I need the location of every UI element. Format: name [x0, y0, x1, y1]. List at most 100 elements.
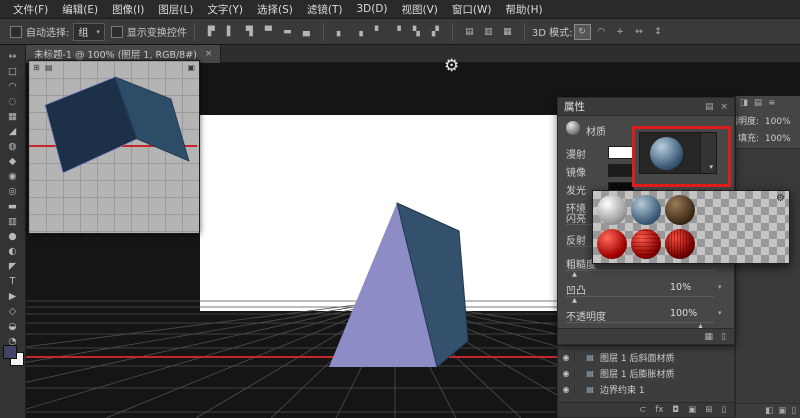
dock-footer-icon-1[interactable]: ◧ [765, 406, 773, 416]
3d-scale-icon[interactable]: ↕ [650, 24, 667, 40]
link-icon[interactable]: ⊂ [639, 405, 646, 415]
material-row[interactable]: ◉ ▤ 图层 1 后膨胀材质 [558, 366, 734, 381]
bump-slider-track[interactable] [566, 296, 714, 297]
panel-menu-icon[interactable]: ▤ [705, 102, 714, 112]
align-right-icon[interactable]: ▜ [241, 24, 258, 40]
menu-select[interactable]: 选择(S) [250, 2, 300, 17]
hand-tool-icon[interactable]: ◒ [3, 319, 23, 334]
secondary-view-menu-icon[interactable]: ▤ [45, 63, 53, 72]
visibility-eye-icon[interactable]: ◉ [558, 385, 575, 394]
dock-footer-icon-3[interactable]: ▯ [791, 406, 796, 416]
bump-texture-icon[interactable]: ▾ [718, 283, 722, 291]
bump-value[interactable]: 10% [670, 282, 691, 293]
properties-delete-icon[interactable]: ▯ [721, 332, 726, 342]
distribute-6-icon[interactable]: ▞ [427, 24, 444, 40]
menu-file[interactable]: 文件(F) [6, 2, 55, 17]
foreground-color-swatch[interactable] [3, 345, 17, 359]
brush-tool-icon[interactable]: ◆ [3, 154, 23, 169]
menu-help[interactable]: 帮助(H) [499, 2, 550, 17]
type-tool-icon[interactable]: T [3, 274, 23, 289]
roughness-slider-track[interactable] [566, 270, 714, 271]
lasso-tool-icon[interactable]: ◠ [3, 79, 23, 94]
material-swatch-brown[interactable] [665, 195, 695, 225]
layer-mask-icon[interactable]: ◘ [672, 405, 679, 415]
opacity-slider-track[interactable] [566, 322, 714, 323]
material-row[interactable]: ◉ ▤ 边界约束 1 [558, 382, 734, 397]
align-left-icon[interactable]: ▛ [203, 24, 220, 40]
menu-filter[interactable]: 滤镜(T) [300, 2, 350, 17]
opacity-value[interactable]: 100% [670, 308, 697, 319]
dodge-tool-icon[interactable]: ◐ [3, 244, 23, 259]
dock-footer-icon-2[interactable]: ▣ [778, 406, 786, 416]
3d-pan-icon[interactable]: + [612, 24, 629, 40]
visibility-eye-icon[interactable]: ◉ [558, 369, 575, 378]
shape-tool-icon[interactable]: ◇ [3, 304, 23, 319]
adjustment-layer-icon[interactable]: ▣ [688, 405, 696, 415]
align-bottom-icon[interactable]: ▄ [298, 24, 315, 40]
pen-tool-icon[interactable]: ◤ [3, 259, 23, 274]
align-top-icon[interactable]: ▀ [260, 24, 277, 40]
material-swatch-red-mesh[interactable] [665, 229, 695, 259]
material-swatch-white[interactable] [597, 195, 627, 225]
auto-select-checkbox[interactable] [10, 26, 22, 38]
tab-close-icon[interactable]: × [205, 49, 213, 59]
crop-tool-icon[interactable]: ▦ [3, 109, 23, 124]
quick-select-tool-icon[interactable]: ◌ [3, 94, 23, 109]
distribute-4-icon[interactable]: ▝ [389, 24, 406, 40]
healing-tool-icon[interactable]: ◍ [3, 139, 23, 154]
3d-rotate-icon[interactable]: ↻ [574, 24, 591, 40]
marquee-tool-icon[interactable]: □ [3, 64, 23, 79]
distribute-5-icon[interactable]: ▚ [408, 24, 425, 40]
opacity-texture-icon[interactable]: ▾ [718, 309, 722, 317]
3d-roll-icon[interactable]: ◠ [593, 24, 610, 40]
menu-3d[interactable]: 3D(D) [349, 3, 394, 15]
menu-image[interactable]: 图像(I) [105, 2, 151, 17]
list-item[interactable] [736, 163, 800, 177]
menu-edit[interactable]: 编辑(E) [55, 2, 105, 17]
3d-mesh[interactable] [286, 193, 506, 373]
material-row[interactable]: ◉ ▤ 图层 1 后斜面材质 [558, 350, 734, 365]
auto-align-icon[interactable]: ▦ [499, 24, 516, 40]
align-center-v-icon[interactable]: ▬ [279, 24, 296, 40]
list-item[interactable] [736, 149, 800, 163]
secondary-view-camera-icon[interactable]: ⊞ [33, 63, 40, 72]
properties-options-icon[interactable]: ▦ [705, 332, 714, 342]
roughness-slider-thumb[interactable]: ▲ [572, 270, 577, 278]
layer-effects-icon[interactable]: fx [655, 405, 663, 415]
menu-type[interactable]: 文字(Y) [200, 2, 250, 17]
material-swatch-steel-blue[interactable] [631, 195, 661, 225]
secondary-view-expand-icon[interactable]: ▣ [187, 63, 195, 72]
layers-opacity-value[interactable]: 100% [765, 117, 791, 127]
eyedropper-tool-icon[interactable]: ◢ [3, 124, 23, 139]
blur-tool-icon[interactable]: ● [3, 229, 23, 244]
distribute-height-icon[interactable]: ▥ [480, 24, 497, 40]
panel-close-icon[interactable]: × [720, 102, 728, 112]
material-swatch-red-grid[interactable] [631, 229, 661, 259]
stamp-tool-icon[interactable]: ◉ [3, 169, 23, 184]
show-transform-checkbox[interactable] [111, 26, 123, 38]
align-center-h-icon[interactable]: ▌ [222, 24, 239, 40]
distribute-1-icon[interactable]: ▖ [332, 24, 349, 40]
panel-list-icon[interactable]: ≡ [768, 98, 775, 108]
distribute-2-icon[interactable]: ▗ [351, 24, 368, 40]
secondary-3d-view[interactable]: ⊞ ▤ ▣ [28, 60, 200, 234]
lock-icon[interactable]: ▤ [754, 98, 762, 108]
distribute-width-icon[interactable]: ▤ [461, 24, 478, 40]
distribute-3-icon[interactable]: ▘ [370, 24, 387, 40]
new-layer-icon[interactable]: ⊞ [705, 405, 712, 415]
specular-swatch[interactable] [608, 164, 634, 177]
blend-mode-icon[interactable]: ◨ [740, 98, 748, 108]
menu-layer[interactable]: 图层(L) [151, 2, 200, 17]
auto-select-dropdown[interactable]: 组 ▾ [73, 23, 105, 41]
layers-fill-value[interactable]: 100% [765, 134, 791, 144]
bump-slider-thumb[interactable]: ▲ [572, 296, 577, 304]
material-swatch-red[interactable] [597, 229, 627, 259]
move-tool-icon[interactable]: ↔ [3, 49, 23, 64]
menu-window[interactable]: 窗口(W) [445, 2, 499, 17]
gradient-tool-icon[interactable]: ▥ [3, 214, 23, 229]
path-select-tool-icon[interactable]: ▶ [3, 289, 23, 304]
picker-settings-gear-icon[interactable]: ⚙ [776, 193, 785, 204]
3d-slide-icon[interactable]: ↔ [631, 24, 648, 40]
eraser-tool-icon[interactable]: ▬ [3, 199, 23, 214]
menu-view[interactable]: 视图(V) [395, 2, 445, 17]
